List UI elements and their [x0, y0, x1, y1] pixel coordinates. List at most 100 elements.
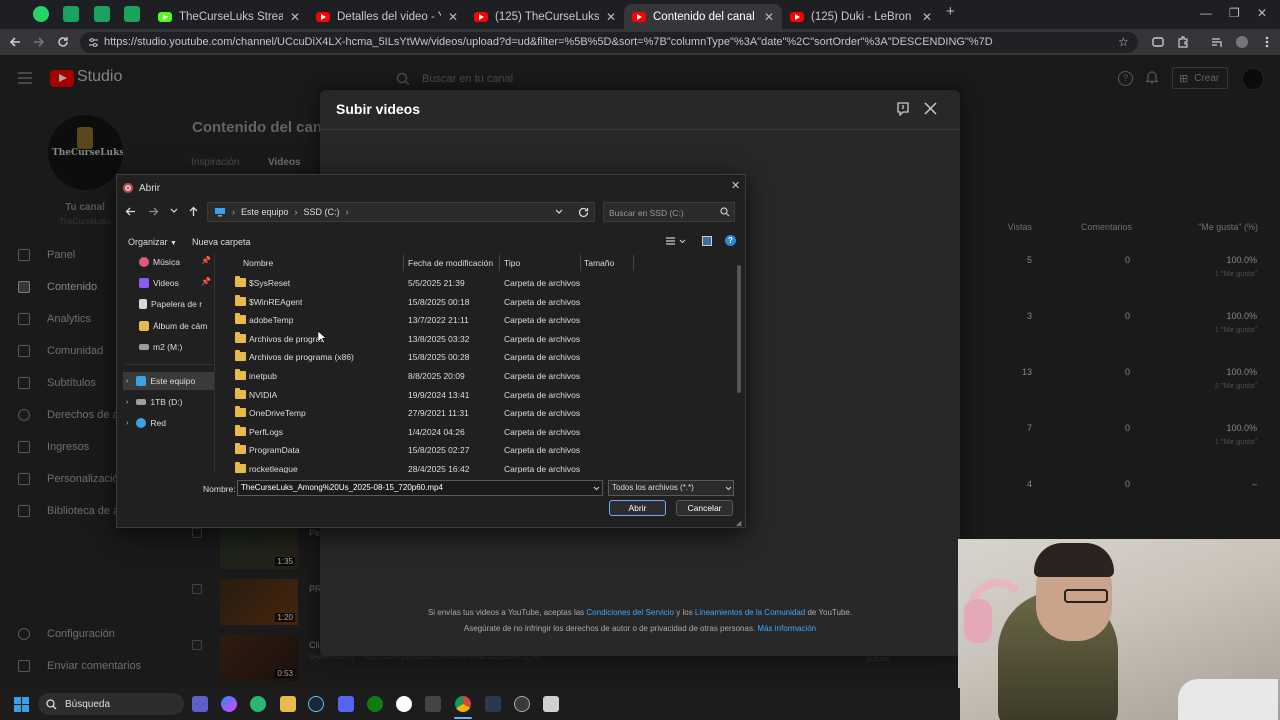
dialog-close-icon[interactable]: ✕	[731, 179, 740, 192]
expand-chevron-icon[interactable]: ›	[123, 399, 128, 406]
refresh-icon[interactable]	[578, 207, 589, 218]
file-list-scrollbar[interactable]	[737, 265, 741, 393]
nav-item-1tb-drive[interactable]: › 1TB (D:)	[123, 393, 214, 411]
chevron-down-icon[interactable]	[725, 486, 732, 491]
capcut-icon[interactable]	[425, 696, 441, 712]
nav-item-camera-roll[interactable]: Álbum de cám	[139, 317, 214, 335]
tab-channel[interactable]: (125) TheCurseLuks - YouTube ✕	[466, 4, 624, 29]
copilot-icon[interactable]	[221, 696, 237, 712]
bookmark-star-icon[interactable]: ☆	[1118, 35, 1129, 49]
file-row[interactable]: $SysReset 5/5/2025 21:39 Carpeta de archiv…	[221, 274, 739, 293]
site-info-icon[interactable]	[88, 37, 99, 48]
new-folder-button[interactable]: Nueva carpeta	[192, 237, 251, 247]
close-icon[interactable]	[924, 102, 937, 115]
breadcrumb[interactable]: › Este equipo › SSD (C:) ›	[207, 202, 595, 222]
close-window-icon[interactable]: ✕	[1257, 6, 1267, 20]
view-options-icon[interactable]	[665, 236, 687, 246]
file-explorer-icon[interactable]	[280, 696, 296, 712]
obs-icon[interactable]	[514, 696, 530, 712]
dialog-search-input[interactable]: Buscar en SSD (C:)	[603, 202, 735, 222]
close-icon[interactable]: ✕	[448, 10, 458, 24]
back-arrow-icon[interactable]	[125, 206, 136, 217]
network-icon	[136, 418, 147, 428]
more-info-link[interactable]: Más información	[757, 624, 816, 633]
sheets-icon[interactable]	[94, 6, 110, 22]
file-row[interactable]: adobeTemp 13/7/2022 21:11 Carpeta de archi…	[221, 311, 739, 330]
file-row[interactable]: rocketleague 28/4/2025 16:42 Carpeta de ar…	[221, 460, 739, 473]
file-row[interactable]: inetpub 8/8/2025 20:09 Carpeta de archivos	[221, 367, 739, 386]
filename-input[interactable]: TheCurseLuks_Among%20Us_2025-08-15_720p6…	[237, 480, 603, 496]
preview-pane-icon[interactable]	[702, 236, 712, 246]
media-icon[interactable]	[1210, 35, 1224, 49]
new-tab-icon[interactable]: +	[946, 3, 955, 20]
close-icon[interactable]: ✕	[606, 10, 616, 24]
profile-avatar[interactable]	[1235, 35, 1249, 49]
windows-start-icon[interactable]	[14, 697, 29, 712]
headset-ear-cup	[964, 599, 992, 643]
app-icon[interactable]	[485, 696, 501, 712]
sheets-icon[interactable]	[124, 6, 140, 22]
up-arrow-icon[interactable]	[188, 206, 199, 217]
discord-icon[interactable]	[338, 696, 354, 712]
whatsapp-icon[interactable]	[33, 6, 49, 22]
file-row[interactable]: NVIDIA 19/9/2024 13:41 Carpeta de archivos	[221, 386, 739, 405]
minimize-icon[interactable]: —	[1200, 6, 1212, 20]
forward-arrow-icon[interactable]	[148, 206, 159, 217]
more-menu-icon[interactable]	[1260, 35, 1274, 49]
nav-item-recycle-bin[interactable]: Papelera de r	[139, 295, 214, 313]
close-icon[interactable]: ✕	[290, 10, 300, 24]
sheets-icon[interactable]	[63, 6, 79, 22]
file-row[interactable]: Archivos de programa13/8/2025 03:32Carpe…	[221, 330, 739, 349]
file-row[interactable]: Archivos de programa (x86) 15/8/2025 00:2…	[221, 348, 739, 367]
nav-item-network[interactable]: › Red	[123, 414, 214, 432]
back-icon[interactable]	[8, 35, 22, 49]
chrome-icon[interactable]	[455, 696, 471, 712]
expand-chevron-icon[interactable]: ›	[123, 378, 128, 385]
teams-icon[interactable]	[192, 696, 208, 712]
upwork-icon[interactable]	[250, 696, 266, 712]
reload-icon[interactable]	[56, 35, 70, 49]
xbox-icon[interactable]	[367, 696, 383, 712]
breadcrumb-this-pc[interactable]: Este equipo	[241, 207, 289, 217]
close-icon[interactable]: ✕	[764, 10, 774, 24]
column-date-modified[interactable]: Fecha de modificación	[408, 255, 493, 271]
organize-button[interactable]: Organizar ▼	[128, 237, 177, 247]
maximize-icon[interactable]: ❐	[1229, 6, 1240, 20]
expand-chevron-icon[interactable]: ›	[123, 420, 128, 427]
tab-channel-content[interactable]: Contenido del canal - YouTube ✕	[624, 4, 782, 29]
file-row[interactable]: OneDriveTemp 27/9/2021 11:31 Carpeta de ar…	[221, 404, 739, 423]
epic-games-icon[interactable]	[396, 696, 412, 712]
filetype-select[interactable]: Todos los archivos (*.*)	[608, 480, 734, 496]
column-name[interactable]: Nombre	[243, 255, 273, 271]
tab-video-details[interactable]: Detalles del video - YouTube St ✕	[308, 4, 466, 29]
close-icon[interactable]: ✕	[922, 10, 932, 24]
resize-grip-icon[interactable]: ◢	[736, 519, 741, 527]
steam-icon[interactable]	[308, 696, 324, 712]
help-icon[interactable]: ?	[725, 235, 736, 246]
taskbar-search[interactable]: Búsqueda	[38, 693, 184, 715]
breadcrumb-ssd[interactable]: SSD (C:)	[304, 207, 340, 217]
forward-icon[interactable]	[32, 35, 46, 49]
nav-item-m2-drive[interactable]: m2 (M:)	[139, 338, 214, 356]
file-row[interactable]: PerfLogs 1/4/2024 04:26 Carpeta de archivo…	[221, 423, 739, 442]
tab-music[interactable]: (125) Duki - LeBron (Prod. Roja ✕	[782, 4, 940, 29]
feedback-flag-icon[interactable]	[897, 102, 909, 116]
file-row[interactable]: ProgramData 15/8/2025 02:27 Carpeta de arc…	[221, 441, 739, 460]
nav-item-this-pc[interactable]: › Este equipo	[123, 372, 214, 390]
chevron-down-icon[interactable]	[555, 209, 563, 215]
community-guidelines-link[interactable]: Lineamientos de la Comunidad	[695, 608, 805, 617]
cancel-button[interactable]: Cancelar	[676, 500, 733, 516]
address-bar[interactable]: https://studio.youtube.com/channel/UCcuD…	[80, 32, 1138, 53]
puzzle-icon[interactable]	[1176, 35, 1190, 49]
open-button[interactable]: Abrir	[609, 500, 666, 516]
column-size[interactable]: Tamaño	[584, 255, 614, 271]
column-type[interactable]: Tipo	[504, 255, 520, 271]
tab-stream[interactable]: TheCurseLuks Stream - Watch ✕	[150, 4, 308, 29]
extension-icon[interactable]	[1151, 35, 1165, 49]
recent-chevron-down-icon[interactable]	[170, 208, 178, 214]
terms-text: Si envías tus videos a YouTube, aceptas …	[427, 608, 853, 617]
terms-of-service-link[interactable]: Condiciones del Servicio	[586, 608, 674, 617]
chevron-down-icon[interactable]	[593, 486, 600, 491]
app-icon[interactable]	[543, 696, 559, 712]
file-row[interactable]: $WinREAgent 15/8/2025 00:18 Carpeta de arc…	[221, 293, 739, 312]
